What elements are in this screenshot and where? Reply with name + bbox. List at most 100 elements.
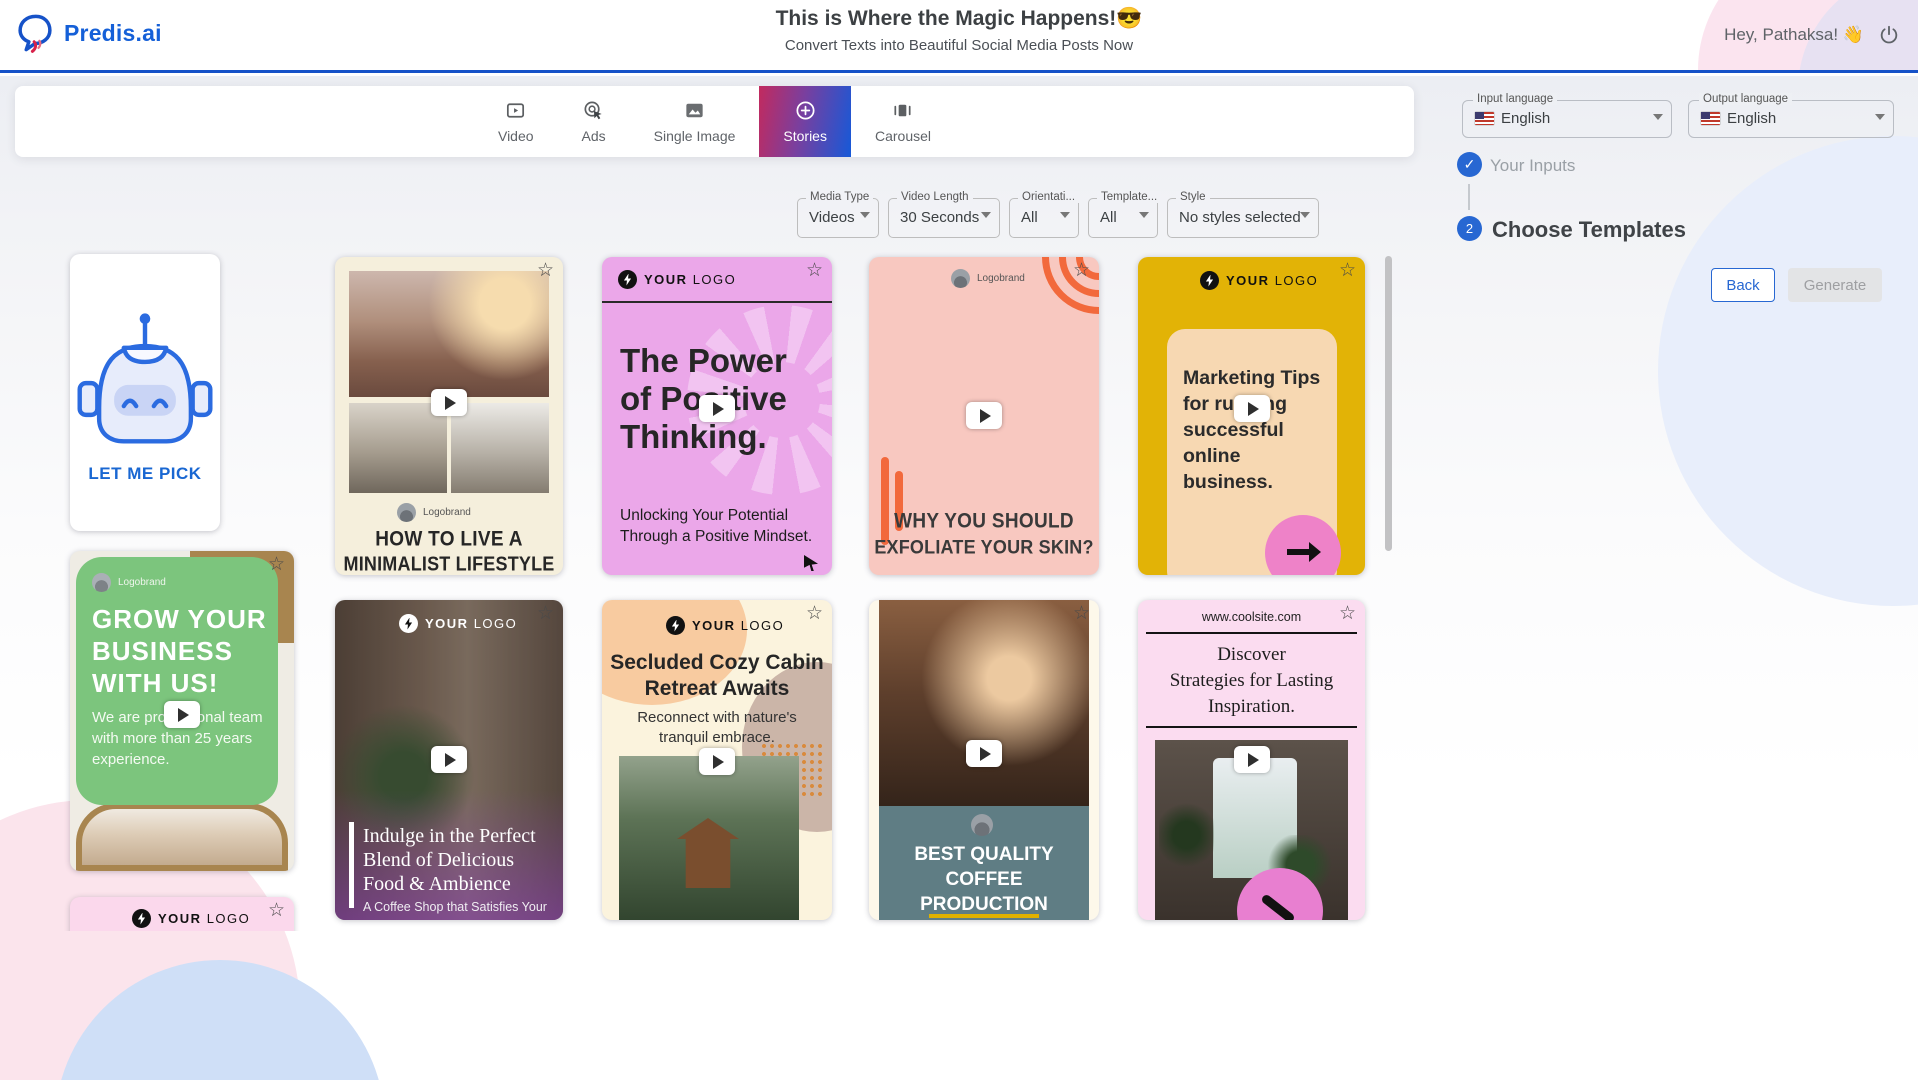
favorite-star-icon[interactable]: ☆ — [806, 261, 823, 280]
tab-video-label: Video — [498, 128, 534, 144]
lightning-bolt-icon — [666, 616, 685, 635]
favorite-star-icon[interactable]: ☆ — [537, 604, 554, 623]
card-title-line: MINIMALIST LIFESTYLE — [335, 553, 563, 575]
play-button[interactable] — [699, 395, 735, 422]
template-card-discover[interactable]: ☆ www.coolsite.com Discover Strategies f… — [1138, 600, 1365, 920]
logobrand-avatar — [397, 503, 416, 522]
template-card-marketing-tips[interactable]: ☆ YOUR LOGO Marketing Tips for running s… — [1138, 257, 1365, 575]
favorite-star-icon[interactable]: ☆ — [1339, 261, 1356, 280]
template-card-minimalist[interactable]: ☆ Logobrand HOW TO LIVE A MINIMALIST LIF… — [335, 257, 563, 575]
ads-icon — [582, 99, 605, 122]
card-title-line: BEST QUALITY — [879, 842, 1089, 867]
play-button[interactable] — [966, 740, 1002, 767]
us-flag-icon — [1701, 112, 1720, 125]
generate-button[interactable]: Generate — [1788, 268, 1882, 302]
tab-ads-label: Ads — [582, 128, 606, 144]
input-language-label: Input language — [1473, 93, 1557, 105]
filter-orientation-label: Orientati... — [1018, 191, 1079, 203]
photo-interior-left — [349, 403, 447, 493]
card-subtitle: A Coffee Shop that Satisfies Your — [363, 900, 558, 914]
chevron-down-icon — [860, 212, 870, 218]
page-subtitle: Convert Texts into Beautiful Social Medi… — [0, 37, 1918, 54]
logobrand-avatar — [92, 573, 111, 592]
single-image-icon — [683, 99, 706, 122]
favorite-star-icon[interactable]: ☆ — [1339, 604, 1356, 623]
template-card-exfoliate[interactable]: ☆ Logobrand WHY YOU SHOULD EXFOLIATE YOU… — [869, 257, 1099, 575]
play-button[interactable] — [164, 701, 200, 728]
app-header: Predis.ai This is Where the Magic Happen… — [0, 0, 1918, 73]
favorite-star-icon[interactable]: ☆ — [537, 261, 554, 280]
filter-style[interactable]: Style No styles selected — [1167, 198, 1319, 238]
tab-carousel-label: Carousel — [875, 128, 931, 144]
play-button[interactable] — [431, 746, 467, 773]
favorite-star-icon[interactable]: ☆ — [806, 604, 823, 623]
grid-scrollbar-thumb[interactable] — [1385, 256, 1392, 551]
favorite-star-icon[interactable]: ☆ — [268, 901, 285, 920]
card-title-line: EXFOLIATE YOUR SKIN? — [869, 536, 1099, 559]
logobrand-row: Logobrand — [951, 269, 1025, 288]
template-card-partial[interactable]: ☆ YOUR LOGO — [70, 897, 294, 931]
tab-stories[interactable]: Stories — [759, 86, 851, 157]
tab-single-image[interactable]: Single Image — [630, 86, 760, 157]
filter-template[interactable]: Template... All — [1088, 198, 1158, 238]
tab-ads[interactable]: Ads — [558, 86, 630, 157]
card-title-line: The Power — [620, 342, 787, 380]
template-grid: LET ME PICK ☆ Logobrand HOW TO LIVE A MI… — [55, 250, 1395, 931]
stories-plus-icon — [794, 99, 817, 122]
back-button[interactable]: Back — [1711, 268, 1775, 302]
step1-check-icon: ✓ — [1457, 152, 1482, 177]
photo-mountain-scene — [349, 271, 549, 397]
photo-treehouse — [619, 756, 799, 920]
tab-stories-label: Stories — [783, 128, 827, 144]
your-logo-mark: YOUR LOGO — [618, 270, 736, 289]
filter-video-length[interactable]: Video Length 30 Seconds — [888, 198, 1000, 238]
photo-espresso-machine — [879, 600, 1089, 806]
tab-video[interactable]: Video — [474, 86, 558, 157]
filter-media-type-label: Media Type — [806, 191, 873, 203]
play-button[interactable] — [431, 389, 467, 416]
card-subtitle: Unlocking Your Potential Through a Posit… — [620, 505, 816, 547]
play-button[interactable] — [966, 402, 1002, 429]
tab-carousel[interactable]: Carousel — [851, 86, 955, 157]
filter-orientation-value: All — [1021, 209, 1038, 226]
tab-single-image-label: Single Image — [654, 128, 736, 144]
filter-template-label: Template... — [1097, 191, 1161, 203]
card-title-line: WHY YOU SHOULD — [869, 510, 1099, 534]
your-logo-mark: YOUR LOGO — [1200, 271, 1318, 290]
favorite-star-icon[interactable]: ☆ — [1073, 604, 1090, 623]
yellow-underline — [929, 914, 1039, 918]
filter-style-value: No styles selected — [1179, 209, 1301, 226]
favorite-star-icon[interactable]: ☆ — [268, 555, 285, 574]
output-language-value: English — [1727, 110, 1776, 127]
let-me-pick-label: LET ME PICK — [70, 464, 220, 484]
filter-video-length-value: 30 Seconds — [900, 209, 979, 226]
template-card-cabin[interactable]: ☆ YOUR LOGO Secluded Cozy Cabin Retreat … — [602, 600, 832, 920]
logobrand-row: Logobrand — [92, 573, 166, 592]
card-title-line: Inspiration. — [1138, 694, 1365, 720]
output-language-select[interactable]: Output language English — [1688, 100, 1894, 138]
logobrand-avatar — [951, 269, 970, 288]
filter-orientation[interactable]: Orientati... All — [1009, 198, 1079, 238]
divider-line — [1146, 726, 1357, 728]
favorite-star-icon[interactable]: ☆ — [1073, 261, 1090, 280]
template-card-coffee[interactable]: ☆ BEST QUALITY COFFEE PRODUCTION — [869, 600, 1099, 920]
post-type-tabbar: Video Ads Single Image Stories — [15, 86, 1414, 157]
input-language-value: English — [1501, 110, 1550, 127]
filter-media-type[interactable]: Media Type Videos — [797, 198, 879, 238]
template-card-positive-thinking[interactable]: ☆ YOUR LOGO The Power of Positive Thinki… — [602, 257, 832, 575]
play-button[interactable] — [1234, 395, 1270, 422]
power-logout-icon[interactable] — [1878, 24, 1900, 46]
step1-label: Your Inputs — [1490, 156, 1575, 176]
card-title-line: WITH US! — [92, 667, 218, 699]
template-card-let-me-pick[interactable]: LET ME PICK — [70, 254, 220, 531]
template-card-grow-business[interactable]: ☆ Logobrand GROW YOUR BUSINESS WITH US! … — [70, 551, 294, 871]
logobrand-name: Logobrand — [118, 577, 166, 588]
play-button[interactable] — [1234, 746, 1270, 773]
chevron-down-icon — [1139, 212, 1149, 218]
chevron-down-icon — [1060, 212, 1070, 218]
input-language-select[interactable]: Input language English — [1462, 100, 1672, 138]
lightning-bolt-icon — [399, 614, 418, 633]
play-button[interactable] — [699, 748, 735, 775]
template-card-indulge[interactable]: ☆ YOUR LOGO Indulge in the Perfect Blend… — [335, 600, 563, 920]
card-title-line: Retreat Awaits — [602, 676, 832, 702]
